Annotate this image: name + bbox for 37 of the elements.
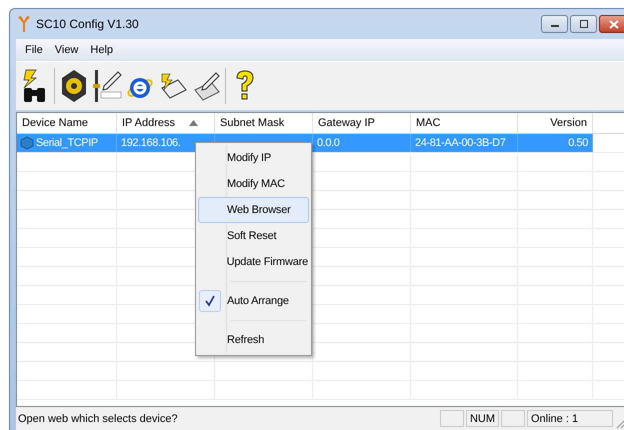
table-cell: 0.50 xyxy=(567,137,589,149)
menu-item[interactable]: Update Firmware xyxy=(198,249,309,275)
window-title: SC10 Config V1.30 xyxy=(36,17,139,31)
cube-icon xyxy=(20,136,34,150)
menu-item[interactable]: Modify IP xyxy=(198,145,309,171)
menu-item[interactable]: Refresh xyxy=(198,327,309,353)
close-icon xyxy=(609,20,619,28)
close-button[interactable] xyxy=(599,15,624,33)
menu-item[interactable]: Soft Reset xyxy=(198,223,309,249)
edit-address-icon[interactable] xyxy=(92,68,122,104)
table-cell: 0.0.0 xyxy=(316,137,340,149)
table-cell: 24-81-AA-00-3B-D7 xyxy=(414,137,506,149)
column-header[interactable]: Device Name xyxy=(17,113,117,133)
menu-item[interactable]: Help xyxy=(84,44,120,56)
resize-grip-icon[interactable] xyxy=(615,419,624,429)
status-pane: Online : 1 xyxy=(527,410,613,427)
column-header[interactable]: MAC xyxy=(411,113,518,133)
table-cell: Serial_TCPIP xyxy=(35,137,99,149)
table-cell: 192.168.106. xyxy=(120,137,182,149)
status-pane: NUM xyxy=(466,410,499,427)
maximize-button[interactable] xyxy=(570,15,597,33)
app-logo-icon xyxy=(16,15,32,33)
menu-item[interactable]: Web Browser xyxy=(198,197,309,223)
minimize-button[interactable] xyxy=(541,15,568,33)
menu-item[interactable]: View xyxy=(48,44,84,56)
empty-status-pane xyxy=(501,410,525,427)
column-header[interactable]: IP Address xyxy=(117,113,215,133)
device-gear-icon[interactable] xyxy=(59,68,89,104)
column-header[interactable]: Gateway IP xyxy=(313,113,411,133)
menu-item[interactable]: Modify MAC xyxy=(198,171,309,197)
maximize-icon xyxy=(578,20,588,28)
column-header[interactable]: Subnet Mask xyxy=(215,113,313,133)
status-message: Open web which selects device? xyxy=(17,412,178,424)
menu-item[interactable]: Auto Arrange xyxy=(198,288,309,314)
menu-item[interactable]: File xyxy=(19,44,49,56)
empty-status-pane xyxy=(440,410,464,427)
column-header[interactable]: Version xyxy=(518,113,593,133)
